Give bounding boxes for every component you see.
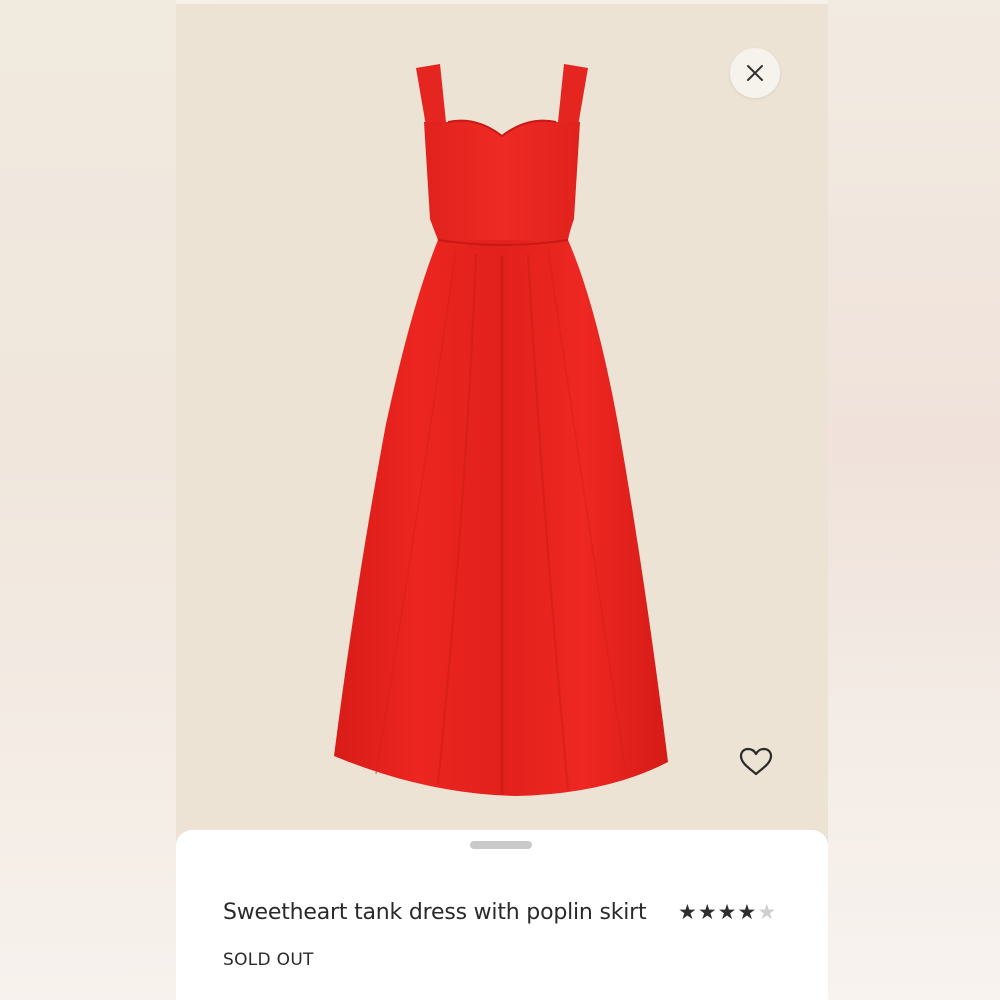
product-image[interactable] (176, 4, 828, 844)
stock-status: SOLD OUT (223, 950, 314, 970)
product-rating[interactable]: ★★★★★ (678, 900, 777, 925)
star-icon: ★ (757, 901, 778, 924)
product-view: Sweetheart tank dress with poplin skirt … (176, 4, 828, 1000)
sheet-grabber-handle[interactable] (470, 841, 532, 849)
favorite-button[interactable] (736, 742, 776, 782)
dress-illustration (334, 64, 668, 796)
background-blur-right (828, 0, 1000, 1000)
background-blur-left (0, 0, 176, 1000)
star-icon: ★ (717, 901, 738, 924)
heart-icon (739, 747, 773, 776)
product-title[interactable]: Sweetheart tank dress with poplin skirt (223, 900, 647, 925)
star-icon: ★ (678, 901, 698, 924)
star-icon: ★ (697, 901, 718, 924)
star-icon: ★ (737, 901, 758, 924)
close-button[interactable] (730, 48, 780, 98)
close-icon (747, 65, 763, 81)
product-details-sheet[interactable]: Sweetheart tank dress with poplin skirt … (176, 830, 828, 1000)
